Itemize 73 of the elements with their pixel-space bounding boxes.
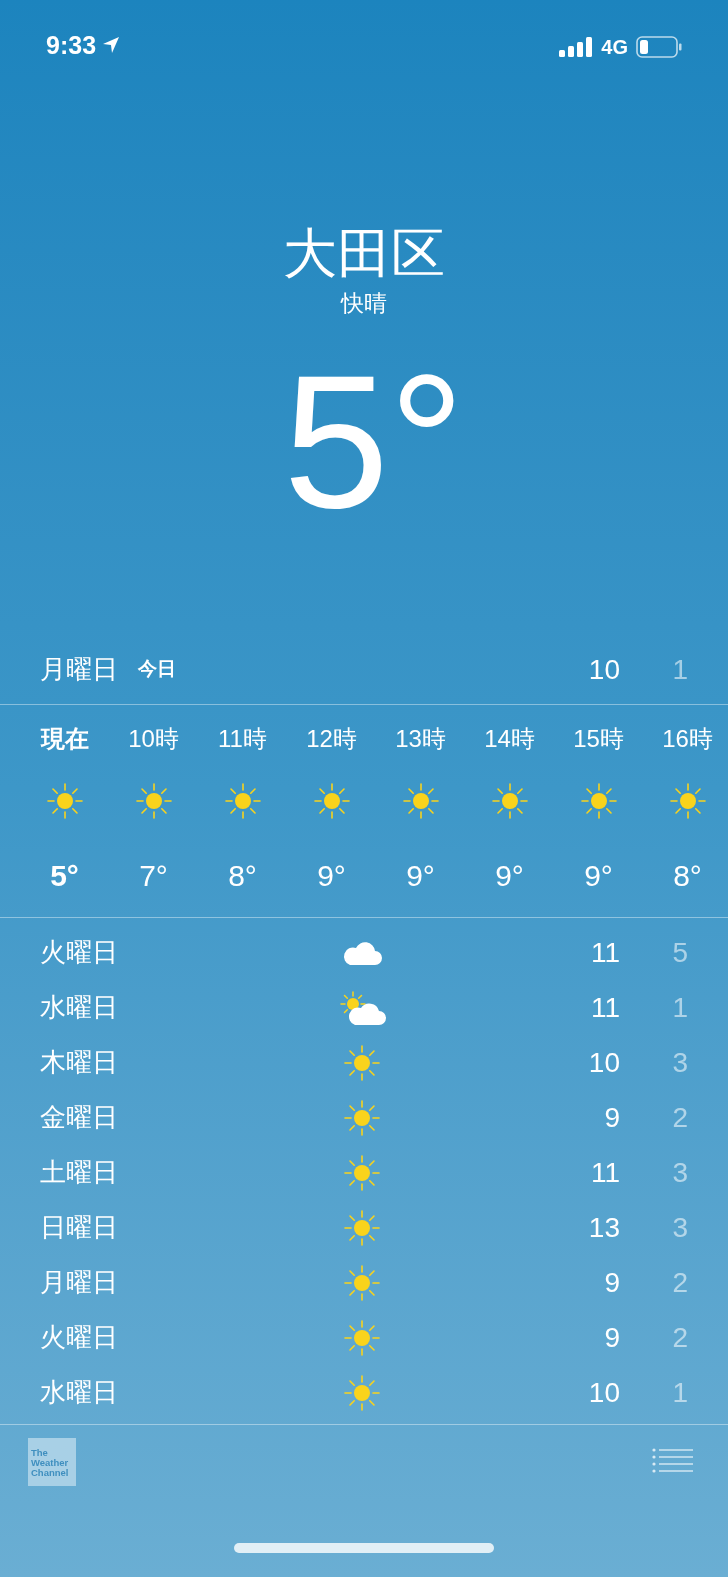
signal-icon bbox=[559, 37, 594, 57]
battery-icon bbox=[636, 36, 682, 58]
sun-icon bbox=[489, 781, 530, 821]
hour-temperature: 5° bbox=[50, 857, 79, 894]
weather-channel-logo[interactable]: The Weather Channel bbox=[28, 1438, 76, 1486]
hour-temperature: 7° bbox=[139, 857, 168, 894]
sun-icon bbox=[400, 781, 441, 821]
low-temperature: 3 bbox=[671, 1045, 688, 1080]
sun-icon bbox=[311, 781, 352, 821]
network-label: 4G bbox=[601, 35, 628, 60]
sun-icon bbox=[133, 781, 174, 821]
hour-label: 15時 bbox=[573, 724, 624, 754]
city-name: 大田区 bbox=[283, 222, 445, 285]
day-label: 日曜日 bbox=[40, 1211, 119, 1244]
low-temperature: 1 bbox=[671, 1375, 688, 1410]
high-temperature: 9 bbox=[603, 1100, 620, 1135]
hour-label: 11時 bbox=[218, 724, 267, 754]
current-temperature: 5° bbox=[282, 346, 465, 536]
day-label: 水曜日 bbox=[40, 991, 119, 1024]
day-label: 木曜日 bbox=[40, 1046, 119, 1079]
weather-condition: 快晴 bbox=[341, 289, 387, 318]
high-temperature: 10 bbox=[587, 1375, 620, 1410]
hour-label: 14時 bbox=[484, 724, 535, 754]
high-temperature: 13 bbox=[587, 1210, 620, 1245]
hour-label: 現在 bbox=[40, 724, 89, 754]
today-label: 今日 bbox=[138, 657, 176, 682]
day-label: 水曜日 bbox=[40, 1376, 119, 1409]
sun-icon bbox=[44, 781, 85, 821]
sun-icon bbox=[342, 1042, 382, 1083]
high-temperature: 10 bbox=[587, 652, 620, 687]
hour-temperature: 9° bbox=[406, 857, 435, 894]
low-temperature: 3 bbox=[671, 1210, 688, 1245]
low-temperature: 2 bbox=[671, 1320, 688, 1355]
hour-temperature: 9° bbox=[584, 857, 613, 894]
sun-icon bbox=[578, 781, 619, 821]
high-temperature: 11 bbox=[589, 1155, 620, 1190]
home-indicator[interactable] bbox=[234, 1543, 494, 1553]
low-temperature: 5 bbox=[671, 935, 688, 970]
location-arrow-icon bbox=[102, 36, 121, 54]
sun-icon bbox=[342, 1317, 382, 1358]
high-temperature: 9 bbox=[603, 1320, 620, 1355]
sun-icon bbox=[342, 1372, 382, 1413]
high-temperature: 10 bbox=[587, 1045, 620, 1080]
low-temperature: 2 bbox=[671, 1100, 688, 1135]
sun-icon bbox=[342, 1097, 382, 1138]
hour-label: 16時 bbox=[662, 724, 713, 754]
high-temperature: 11 bbox=[589, 990, 620, 1025]
sun-icon bbox=[222, 781, 263, 821]
sun-icon bbox=[667, 781, 708, 821]
high-temperature: 9 bbox=[603, 1265, 620, 1300]
hour-label: 12時 bbox=[306, 724, 357, 754]
day-label: 土曜日 bbox=[40, 1156, 119, 1189]
hour-label: 13時 bbox=[395, 724, 446, 754]
low-temperature: 3 bbox=[671, 1155, 688, 1190]
hour-temperature: 8° bbox=[228, 857, 257, 894]
low-temperature: 2 bbox=[671, 1265, 688, 1300]
hour-temperature: 8° bbox=[673, 857, 702, 894]
hour-temperature: 9° bbox=[495, 857, 524, 894]
sun-icon bbox=[342, 1262, 382, 1303]
low-temperature: 1 bbox=[671, 652, 688, 687]
high-temperature: 11 bbox=[589, 935, 620, 970]
day-label: 月曜日 bbox=[40, 1266, 119, 1299]
sun-icon bbox=[342, 1207, 382, 1248]
low-temperature: 1 bbox=[671, 990, 688, 1025]
day-label: 金曜日 bbox=[40, 1101, 119, 1134]
sun-icon bbox=[342, 1152, 382, 1193]
status-time: 9:33 bbox=[46, 30, 97, 61]
day-label: 火曜日 bbox=[40, 1321, 119, 1354]
day-label: 火曜日 bbox=[40, 936, 119, 969]
list-icon[interactable] bbox=[652, 1448, 694, 1474]
hour-temperature: 9° bbox=[317, 857, 346, 894]
day-label: 月曜日 bbox=[40, 653, 118, 686]
hour-label: 10時 bbox=[128, 724, 179, 754]
